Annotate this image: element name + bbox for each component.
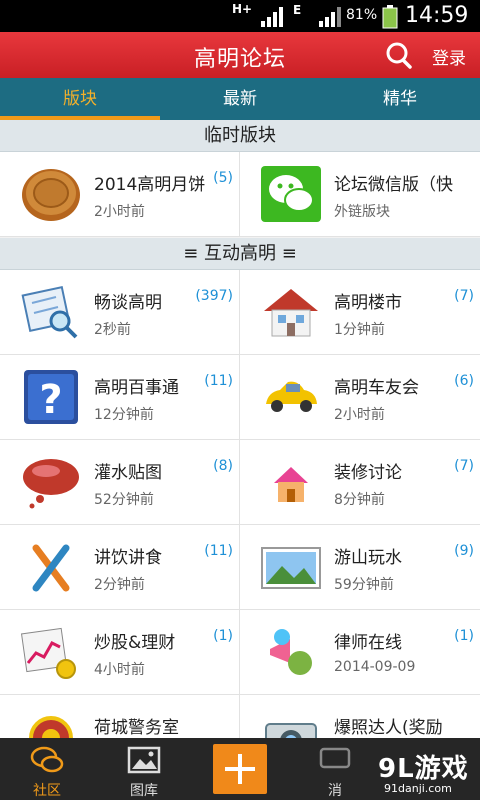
board-last-active: 2014-09-09 bbox=[334, 659, 416, 675]
board-last-active: 12分钟前 bbox=[94, 407, 154, 423]
car-icon bbox=[266, 381, 317, 412]
stock-chart-icon bbox=[20, 627, 76, 679]
board-name: 荷城警务室 bbox=[94, 718, 179, 738]
board-name: 论坛微信版（快 bbox=[334, 175, 453, 195]
board-item[interactable]: 论坛微信版（快 外链版块 bbox=[240, 152, 480, 237]
board-post-count: (11) bbox=[204, 543, 233, 559]
house-icon bbox=[264, 289, 318, 337]
board-item[interactable]: 高明车友会 (6) 2小时前 bbox=[240, 355, 480, 440]
board-name: 爆照达人(奖励 bbox=[334, 718, 443, 738]
board-last-active: 外链版块 bbox=[334, 204, 390, 220]
board-post-count: (11) bbox=[204, 373, 233, 389]
pink-house-icon bbox=[274, 467, 308, 502]
section-header-interactive: ≡ 互动高明 ≡ bbox=[0, 238, 480, 270]
tab-latest[interactable]: 最新 bbox=[160, 78, 320, 120]
board-post-count: (8) bbox=[213, 458, 233, 474]
watermark-logo: 9L游戏 bbox=[378, 754, 469, 784]
battery-icon bbox=[382, 5, 398, 29]
board-post-count: (397) bbox=[195, 288, 233, 304]
new-post-button[interactable] bbox=[213, 744, 267, 794]
signal-icon-2 bbox=[319, 7, 341, 27]
interactive-board-grid: 畅谈高明 (397) 2秒前 高明楼市 (7) 1分钟前 ? 高明百事通 (11… bbox=[0, 270, 480, 780]
board-name: 装修讨论 bbox=[334, 463, 402, 483]
section-header-temporary: 临时版块 bbox=[0, 120, 480, 152]
board-name: 高明楼市 bbox=[334, 293, 402, 313]
battery-percent: 81% bbox=[346, 7, 378, 23]
board-last-active: 1分钟前 bbox=[334, 322, 385, 338]
board-post-count: (5) bbox=[213, 170, 233, 186]
signal-icon bbox=[261, 7, 283, 27]
board-name: 游山玩水 bbox=[334, 548, 402, 568]
status-bar: H+ E 81% 14:59 bbox=[0, 0, 480, 32]
board-post-count: (7) bbox=[454, 288, 474, 304]
board-item[interactable]: 高明楼市 (7) 1分钟前 bbox=[240, 270, 480, 355]
network-indicator-2: E bbox=[293, 3, 302, 17]
nav-messages[interactable]: 消 bbox=[290, 738, 380, 800]
board-item[interactable]: 游山玩水 (9) 59分钟前 bbox=[240, 525, 480, 610]
board-last-active: 2小时前 bbox=[334, 407, 385, 423]
utensils-icon bbox=[32, 544, 70, 592]
landscape-icon bbox=[261, 547, 321, 589]
board-last-active: 59分钟前 bbox=[334, 577, 394, 593]
board-last-active: 2小时前 bbox=[94, 204, 145, 220]
question-icon: ? bbox=[24, 370, 78, 424]
board-last-active: 2秒前 bbox=[94, 322, 131, 338]
network-indicator: H+ bbox=[232, 2, 253, 16]
board-name: 高明车友会 bbox=[334, 378, 419, 398]
nav-messages-label: 消 bbox=[328, 783, 342, 799]
plus-icon bbox=[225, 754, 255, 784]
board-item[interactable]: 律师在线 (1) 2014-09-09 bbox=[240, 610, 480, 695]
tab-boards[interactable]: 版块 bbox=[0, 78, 160, 120]
board-post-count: (6) bbox=[454, 373, 474, 389]
nav-community[interactable]: 社区 bbox=[2, 738, 92, 800]
board-item[interactable]: ? 高明百事通 (11) 12分钟前 bbox=[0, 355, 240, 440]
board-last-active: 8分钟前 bbox=[334, 492, 385, 508]
map-magnifier-icon bbox=[21, 286, 78, 339]
chat-bubbles-icon bbox=[30, 746, 64, 773]
board-post-count: (1) bbox=[454, 628, 474, 644]
board-item[interactable]: 炒股&理财 (1) 4小时前 bbox=[0, 610, 240, 695]
board-name: 律师在线 bbox=[334, 633, 402, 653]
board-item[interactable]: 讲饮讲食 (11) 2分钟前 bbox=[0, 525, 240, 610]
nav-gallery[interactable]: 图库 bbox=[99, 738, 189, 800]
board-post-count: (9) bbox=[454, 543, 474, 559]
tab-bar: 版块 最新 精华 bbox=[0, 78, 480, 120]
board-item[interactable]: 灌水贴图 (8) 52分钟前 bbox=[0, 440, 240, 525]
speech-bubble-icon bbox=[23, 459, 79, 509]
board-last-active: 4小时前 bbox=[94, 662, 145, 678]
clock: 14:59 bbox=[405, 3, 469, 28]
mooncake-icon bbox=[22, 169, 80, 221]
watermark-url: 91danji.com bbox=[384, 782, 452, 795]
search-icon[interactable] bbox=[385, 41, 413, 69]
board-item[interactable]: 2014高明月饼 (5) 2小时前 bbox=[0, 152, 240, 237]
svg-text:?: ? bbox=[39, 377, 62, 423]
megaphone-icon bbox=[270, 629, 312, 675]
image-icon bbox=[127, 746, 161, 774]
wechat-icon bbox=[261, 166, 321, 222]
board-item[interactable]: 装修讨论 (7) 8分钟前 bbox=[240, 440, 480, 525]
watermark: 9L游戏 91danji.com bbox=[372, 748, 480, 796]
title-bar: 高明论坛 登录 bbox=[0, 32, 480, 78]
nav-gallery-label: 图库 bbox=[130, 783, 158, 799]
login-button[interactable]: 登录 bbox=[432, 44, 466, 69]
board-post-count: (7) bbox=[454, 458, 474, 474]
board-item[interactable]: 畅谈高明 (397) 2秒前 bbox=[0, 270, 240, 355]
temporary-board-grid: 2014高明月饼 (5) 2小时前 论坛微信版（快 外链版块 bbox=[0, 152, 480, 237]
tab-featured[interactable]: 精华 bbox=[320, 78, 480, 120]
board-last-active: 52分钟前 bbox=[94, 492, 154, 508]
nav-community-label: 社区 bbox=[33, 783, 61, 799]
board-last-active: 2分钟前 bbox=[94, 577, 145, 593]
message-icon bbox=[319, 747, 351, 769]
board-post-count: (1) bbox=[213, 628, 233, 644]
